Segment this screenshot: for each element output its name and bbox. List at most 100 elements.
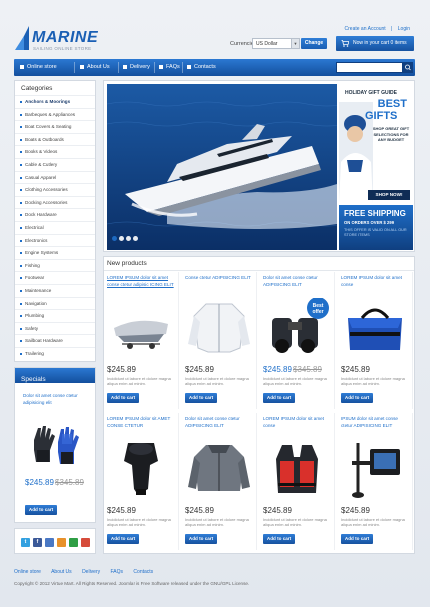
product-card[interactable]: LOREM IPSUM dolor sit AMET CONSE CTETUR $… — [104, 413, 179, 550]
bullet-icon — [20, 277, 22, 280]
category-label: Engine Systems — [25, 250, 59, 256]
product-name[interactable]: Dolor sit amet conse ctetur ADIPISICING … — [263, 275, 331, 288]
product-image[interactable] — [264, 439, 330, 499]
product-name[interactable]: LOREM IPSUM dolor sit amet conse ctetur … — [107, 275, 175, 288]
add-to-cart-button[interactable]: Add to cart — [185, 534, 217, 544]
category-item[interactable]: Boats & Outboards — [15, 132, 95, 146]
slider-dot[interactable] — [112, 236, 117, 241]
change-currency-button[interactable]: Change — [301, 38, 327, 49]
footer-link[interactable]: Delivery — [82, 569, 100, 575]
footer-link[interactable]: Online store — [14, 569, 41, 575]
category-item[interactable]: Engine Systems — [15, 246, 95, 259]
category-item[interactable]: Casual Apparel — [15, 170, 95, 184]
category-item[interactable]: Electronics — [15, 233, 95, 247]
search-button[interactable] — [403, 62, 413, 73]
add-to-cart-button[interactable]: Add to cart — [263, 393, 295, 403]
product-image[interactable] — [186, 298, 252, 358]
category-item[interactable]: Safety — [15, 321, 95, 335]
category-item[interactable]: Fishing — [15, 258, 95, 272]
category-item[interactable]: Sailboat Hardware — [15, 334, 95, 347]
product-image[interactable] — [186, 439, 252, 499]
product-description: Incididunt ut labore et dolore magna ali… — [341, 517, 405, 528]
category-item[interactable]: Barbeques & Appliances — [15, 107, 95, 121]
product-image[interactable] — [342, 439, 408, 499]
create-account-link[interactable]: Create an Account — [345, 26, 386, 32]
product-name[interactable]: LOREM IPSUM dolor sit AMET CONSE CTETUR — [107, 416, 175, 429]
nav-divider — [182, 62, 183, 73]
new-products-panel: New products LOREM IPSUM dolor sit amet … — [103, 256, 415, 554]
free-shipping-subtitle: ON ORDERS OVER $ 299 — [344, 220, 395, 225]
category-item[interactable]: Maintenance — [15, 283, 95, 297]
category-label: Electronics — [25, 237, 48, 243]
category-item[interactable]: Clothing Accessories — [15, 183, 95, 196]
slider-dot[interactable] — [126, 236, 131, 241]
footer-link[interactable]: FAQs — [111, 569, 124, 575]
share-icon[interactable] — [69, 538, 78, 547]
category-item[interactable]: Plumbing — [15, 309, 95, 322]
footer-links: Online store About Us Delivery FAQs Cont… — [14, 569, 162, 575]
add-to-cart-button[interactable]: Add to cart — [341, 534, 373, 544]
slider-dot[interactable] — [119, 236, 124, 241]
nav-item-faqs[interactable]: FAQs — [159, 59, 180, 76]
nav-bullet-icon — [20, 65, 24, 69]
google-icon[interactable] — [81, 538, 90, 547]
product-image[interactable] — [342, 298, 408, 358]
cart-summary[interactable]: Now in your cart 0 items — [336, 36, 414, 51]
nav-item-contacts[interactable]: Contacts — [187, 59, 216, 76]
product-card[interactable]: IPSUM dolor sit amet conse ctetur ADIPIS… — [338, 413, 413, 550]
twitter-icon[interactable]: t — [21, 538, 30, 547]
category-label: Electrical — [25, 224, 44, 230]
add-to-cart-button[interactable]: Add to cart — [185, 393, 217, 403]
product-card[interactable]: Dolor sit amet conse ctetur ADIPISICING … — [260, 272, 335, 409]
gloves-image[interactable] — [28, 420, 84, 470]
category-item[interactable]: Cable & Cutlery — [15, 157, 95, 171]
add-to-cart-button[interactable]: Add to cart — [107, 393, 139, 403]
product-name[interactable]: Dolor sit amet conse ctetur ADIPISICING … — [185, 416, 253, 429]
yacht-slide-image[interactable] — [107, 84, 337, 250]
currency-select[interactable]: US Dollar ▼ — [252, 38, 300, 49]
facebook-icon[interactable]: f — [33, 538, 42, 547]
login-link[interactable]: Login — [398, 26, 410, 32]
footer-link[interactable]: About Us — [51, 569, 72, 575]
special-product-name[interactable]: Dolor sit amet conse ctetur adipisicing … — [23, 392, 91, 406]
product-card[interactable]: Dolor sit amet conse ctetur ADIPISICING … — [182, 413, 257, 550]
rss-icon[interactable] — [57, 538, 66, 547]
product-image[interactable] — [108, 439, 174, 499]
category-item[interactable]: Footwear — [15, 271, 95, 284]
category-item[interactable]: Electrical — [15, 220, 95, 234]
category-item[interactable]: Navigation — [15, 296, 95, 310]
add-to-cart-button[interactable]: Add to cart — [107, 534, 139, 544]
product-card[interactable]: LOREM IPSUM dolor sit amet conse $245.89 I… — [260, 413, 335, 550]
product-card[interactable]: Conse ctetur ADIPISICING ELIT $245.89 Inci… — [182, 272, 257, 409]
nav-item-online-store[interactable]: Online store — [20, 59, 57, 76]
category-item[interactable]: Docking Accessories — [15, 195, 95, 209]
category-item[interactable]: Boat Covers & Seating — [15, 120, 95, 133]
free-shipping-banner[interactable]: FREE SHIPPING ON ORDERS OVER $ 299 THIS … — [339, 205, 413, 250]
nav-item-delivery[interactable]: Delivery — [123, 59, 150, 76]
product-name[interactable]: LOREM IPSUM dolor sit amet conse — [263, 416, 331, 429]
category-item[interactable]: Dock Hardware — [15, 208, 95, 221]
store-logo[interactable]: MARINE SAILING ONLINE STORE — [15, 26, 105, 52]
category-item[interactable]: Anchors & Moorings — [15, 95, 95, 108]
product-image[interactable]: Best offer — [264, 297, 330, 358]
product-name[interactable]: Conse ctetur ADIPISICING ELIT — [185, 275, 253, 282]
product-card[interactable]: LOREM IPSUM dolor sit amet conse ctetur … — [104, 272, 179, 409]
holiday-gift-banner[interactable]: HOLIDAY GIFT GUIDE BEST GIFTS SHOP GREAT… — [339, 84, 413, 204]
shop-now-button[interactable]: SHOP NOW! — [368, 190, 410, 200]
nav-item-about-us[interactable]: About Us — [80, 59, 110, 76]
search-input[interactable] — [336, 62, 403, 73]
product-image[interactable] — [108, 298, 174, 358]
slider-dot[interactable] — [133, 236, 138, 241]
product-name[interactable]: LOREM IPSUM dolor sit amet conse — [341, 275, 409, 288]
category-item[interactable]: Trailering — [15, 346, 95, 360]
add-to-cart-button[interactable]: Add to cart — [263, 534, 295, 544]
footer-link[interactable]: Contacts — [133, 569, 153, 575]
category-item[interactable]: Books & Videos — [15, 145, 95, 158]
delicious-icon[interactable] — [45, 538, 54, 547]
add-to-cart-button[interactable]: Add to cart — [25, 505, 57, 515]
category-label: Cable & Cutlery — [25, 161, 58, 167]
add-to-cart-button[interactable]: Add to cart — [341, 393, 373, 403]
product-name[interactable]: IPSUM dolor sit amet conse ctetur ADIPIS… — [341, 416, 409, 429]
product-card[interactable]: LOREM IPSUM dolor sit amet conse $245.89 I… — [338, 272, 413, 409]
logo-tagline: SAILING ONLINE STORE — [33, 46, 92, 51]
